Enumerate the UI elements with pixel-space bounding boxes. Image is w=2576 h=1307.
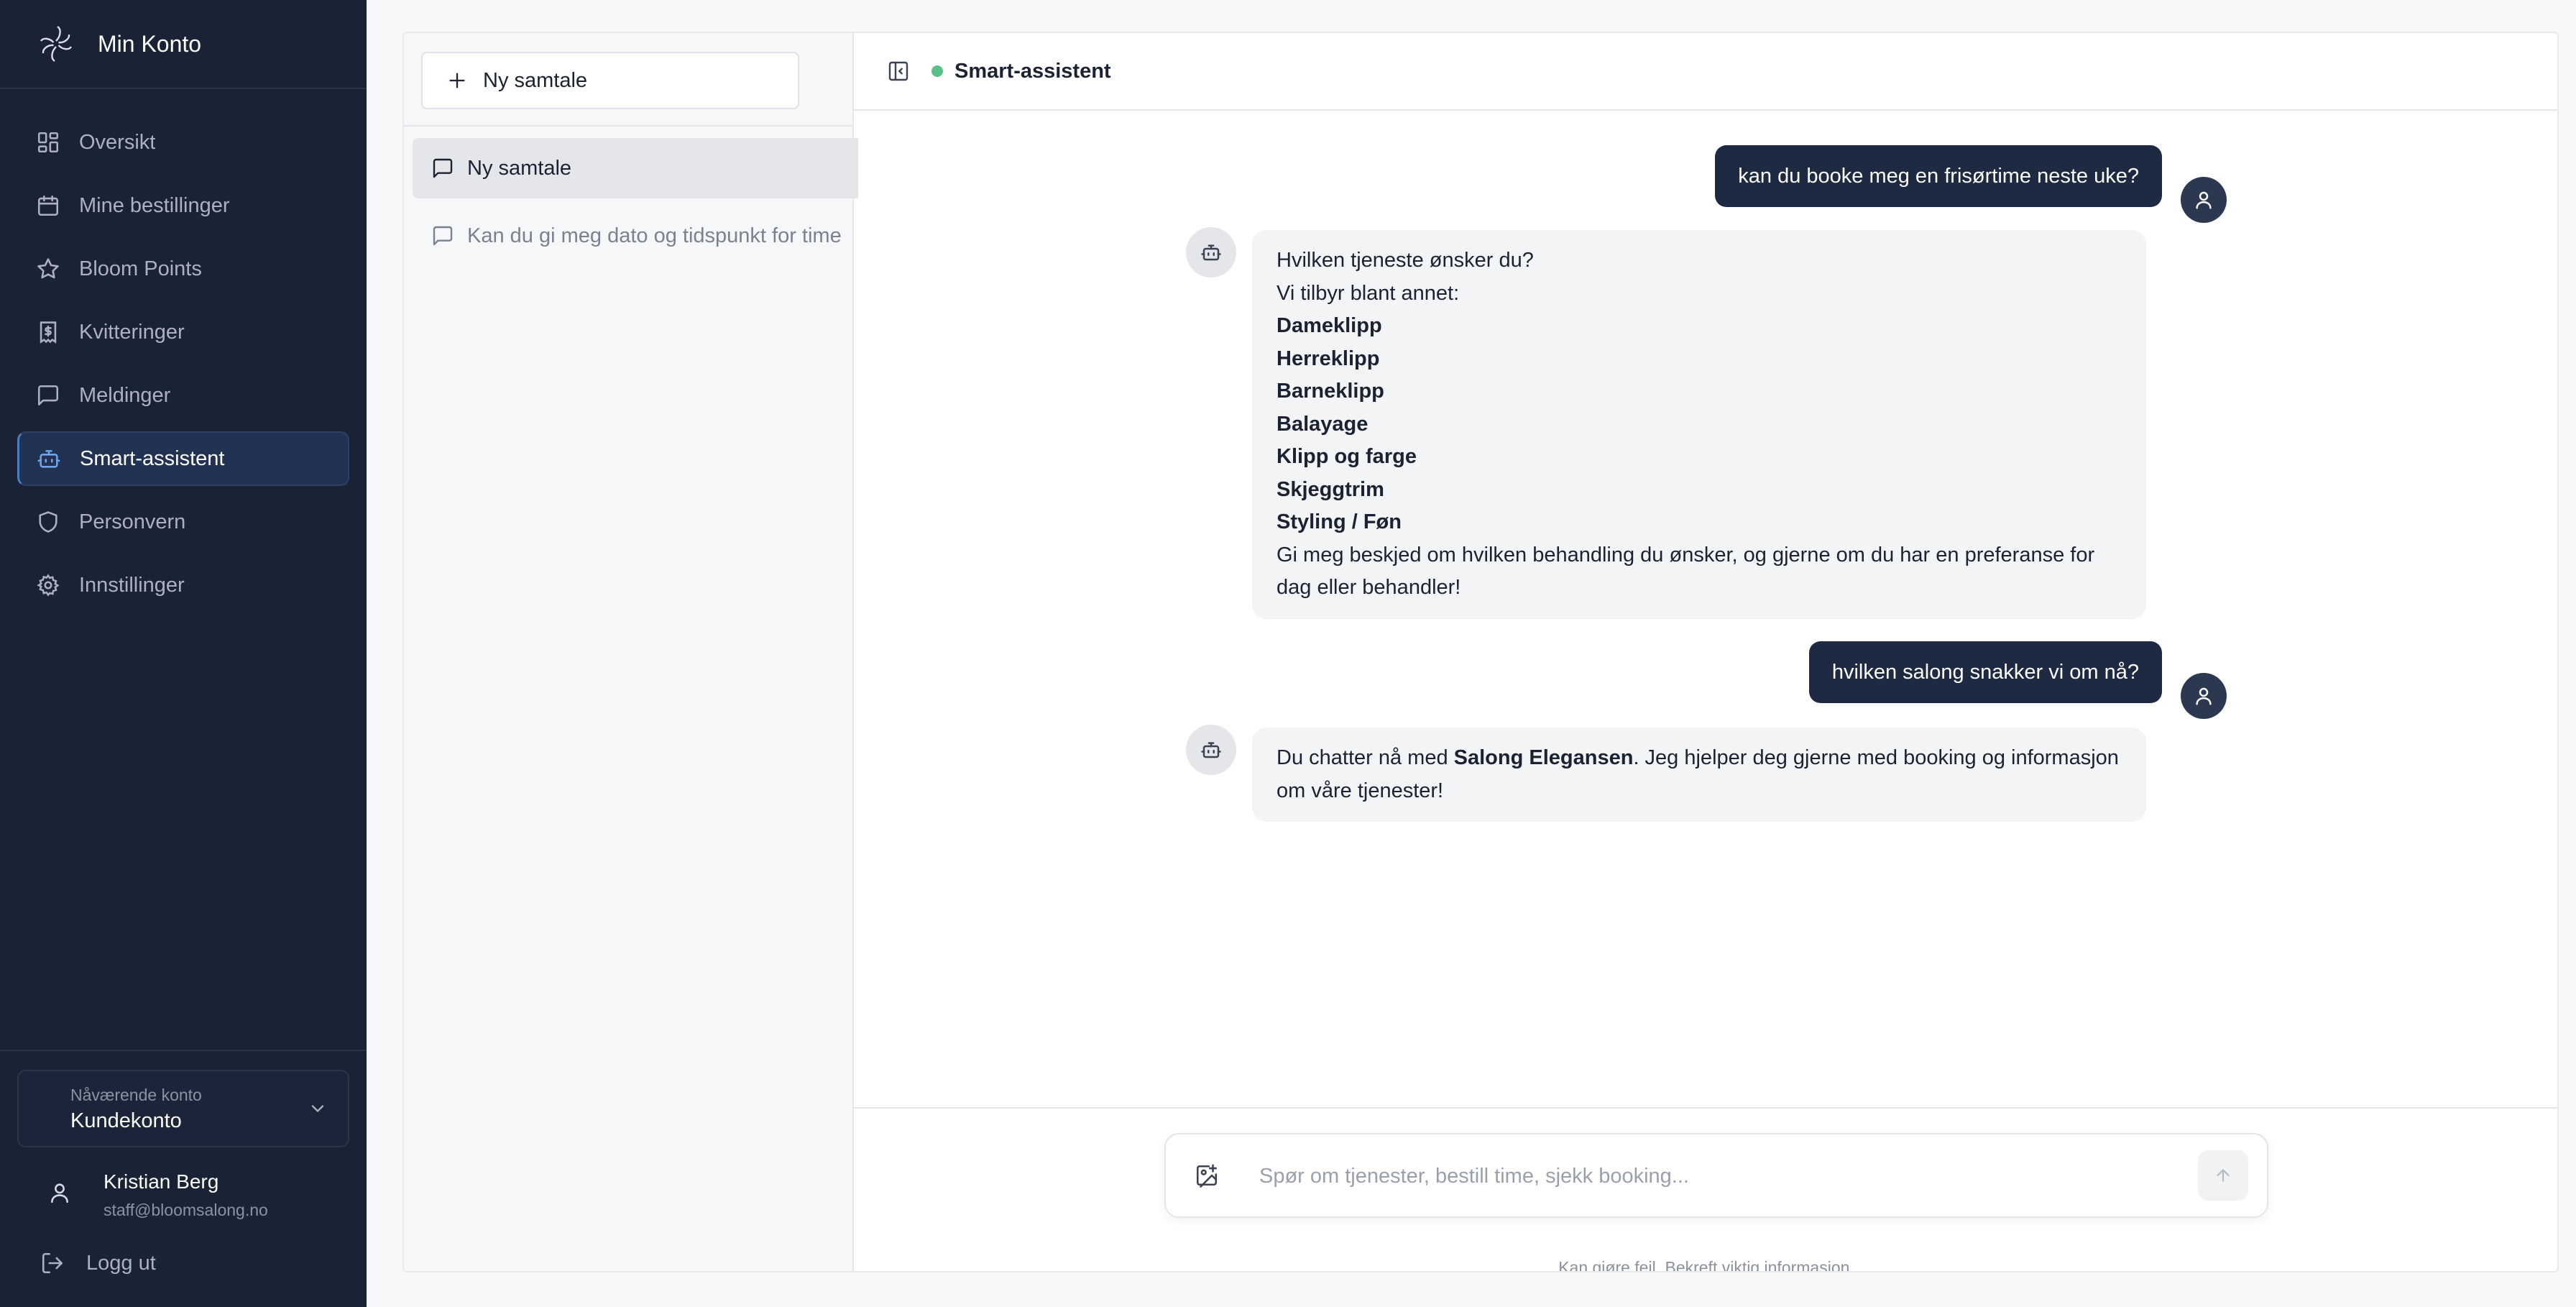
star-icon: [37, 258, 59, 279]
account-switcher-label: Nåværende konto: [70, 1086, 202, 1104]
main-area: Ny samtale Ny samtale Kan du gi meg dato…: [367, 0, 2576, 1307]
message-input[interactable]: [1259, 1155, 2150, 1198]
new-conversation-button[interactable]: Ny samtale: [421, 52, 799, 109]
logout-label: Logg ut: [86, 1251, 156, 1275]
calendar-icon: [37, 195, 59, 216]
service-item: Styling / Føn: [1276, 510, 1402, 533]
message-line: Vi tilbyr blant annet:: [1276, 281, 1460, 305]
service-item: Skjeggtrim: [1276, 477, 1384, 501]
user-icon: [2196, 687, 2212, 705]
conversation-divider: [404, 125, 852, 127]
new-conversation-label: Ny samtale: [483, 68, 588, 92]
service-item: Balayage: [1276, 412, 1368, 436]
message-icon: [433, 158, 453, 178]
sidebar-item-oversikt[interactable]: Oversikt: [17, 115, 349, 170]
message-composer: [1164, 1133, 2268, 1218]
gear-icon: [37, 574, 60, 597]
chat-header: Smart-assistent: [854, 33, 2557, 111]
service-item: Herreklipp: [1276, 347, 1380, 370]
logout-icon: [42, 1252, 63, 1274]
user-email: staff@bloomsalong.no: [104, 1201, 268, 1219]
assistant-avatar: [1186, 227, 1236, 278]
conversation-title: Kan du gi meg dato og tidspunkt for time: [467, 224, 842, 247]
sidebar-item-label: Innstillinger: [79, 573, 185, 597]
composer-divider: [854, 1107, 2557, 1109]
bot-icon: [37, 450, 60, 468]
conversation-title: Ny samtale: [467, 156, 572, 180]
sidebar-item-mine-bestillinger[interactable]: Mine bestillinger: [17, 178, 349, 233]
salon-name: Salong Elegansen: [1453, 746, 1634, 769]
message-line: Hvilken tjeneste ønsker du?: [1276, 249, 1534, 272]
user-icon: [51, 1183, 68, 1203]
sidebar-item-personvern[interactable]: Personvern: [17, 495, 349, 549]
image-upload-icon[interactable]: [1195, 1163, 1219, 1188]
service-item: Dameklipp: [1276, 314, 1382, 337]
sidebar-item-label: Mine bestillinger: [79, 193, 230, 217]
toggle-sidebar-icon[interactable]: [887, 60, 910, 83]
conversation-item-active[interactable]: Ny samtale: [413, 138, 858, 198]
user-avatar: [2181, 177, 2227, 223]
sidebar-nav: Oversikt Mine bestillinger Bloom Points …: [17, 115, 349, 621]
message-icon: [37, 385, 59, 406]
sidebar-item-label: Meldinger: [79, 383, 171, 407]
sidebar-item-meldinger[interactable]: Meldinger: [17, 368, 349, 423]
user-avatar: [2181, 673, 2227, 719]
chat-panel: Smart-assistent kan du booke meg en fris…: [854, 33, 2557, 1272]
send-button[interactable]: [2198, 1150, 2248, 1201]
message-line: Gi meg beskjed om hvilken behandling du …: [1276, 543, 2095, 600]
service-list: Dameklipp Herreklipp Barneklipp Balayage…: [1276, 310, 2122, 539]
chat-title: Smart-assistent: [954, 59, 1111, 83]
user-icon: [2196, 191, 2212, 209]
chevron-down-icon: [311, 1105, 324, 1113]
shield-icon: [39, 511, 58, 533]
account-switcher[interactable]: Nåværende konto Kundekonto: [17, 1070, 349, 1147]
account-switcher-value: Kundekonto: [70, 1109, 182, 1132]
app-title: Min Konto: [98, 30, 202, 57]
sidebar-item-bloom-points[interactable]: Bloom Points: [17, 242, 349, 296]
conversation-item[interactable]: Kan du gi meg dato og tidspunkt for time: [413, 206, 858, 266]
sidebar: Min Konto Oversikt Mine bestillinger Blo…: [0, 0, 367, 1307]
sidebar-item-smart-assistent[interactable]: Smart-assistent: [17, 431, 349, 486]
user-message: kan du booke meg en frisørtime neste uke…: [1715, 145, 2162, 207]
user-message: hvilken salong snakker vi om nå?: [1808, 641, 2162, 703]
arrow-up-icon: [2217, 1169, 2230, 1182]
sidebar-item-label: Kvitteringer: [79, 320, 185, 344]
sidebar-item-innstillinger[interactable]: Innstillinger: [17, 558, 349, 613]
chat-frame: Ny samtale Ny samtale Kan du gi meg dato…: [402, 32, 2559, 1272]
sidebar-item-kvitteringer[interactable]: Kvitteringer: [17, 305, 349, 359]
sidebar-header: Min Konto: [0, 0, 367, 89]
sidebar-item-label: Personvern: [79, 510, 186, 533]
user-profile[interactable]: Kristian Berg staff@bloomsalong.no: [40, 1166, 342, 1224]
message-text: Du chatter nå med: [1276, 746, 1454, 769]
sidebar-item-label: Smart-assistent: [80, 446, 225, 470]
assistant-message: Hvilken tjeneste ønsker du? Vi tilbyr bl…: [1252, 230, 2146, 619]
assistant-message: Du chatter nå med Salong Elegansen. Jeg …: [1252, 728, 2146, 822]
bot-icon: [1201, 742, 1221, 758]
grid-icon: [37, 132, 59, 153]
user-name: Kristian Berg: [104, 1170, 219, 1193]
service-item: Klipp og farge: [1276, 445, 1417, 468]
receipt-icon: [40, 321, 57, 344]
disclaimer-text: Kan gjøre feil. Bekreft viktig informasj…: [1558, 1258, 1854, 1272]
bot-icon: [1201, 244, 1221, 261]
assistant-avatar: [1186, 725, 1236, 775]
sidebar-footer: Nåværende konto Kundekonto Kristian Berg…: [0, 1050, 367, 1307]
message-icon: [433, 226, 453, 246]
logout-button[interactable]: Logg ut: [40, 1245, 156, 1281]
app-logo-icon[interactable]: [36, 24, 76, 64]
sidebar-item-label: Bloom Points: [79, 257, 202, 280]
online-status-dot: [932, 65, 943, 77]
plus-icon: [449, 73, 465, 88]
sidebar-item-label: Oversikt: [79, 130, 156, 154]
service-item: Barneklipp: [1276, 380, 1384, 403]
conversation-list: Ny samtale Ny samtale Kan du gi meg dato…: [404, 33, 858, 1271]
